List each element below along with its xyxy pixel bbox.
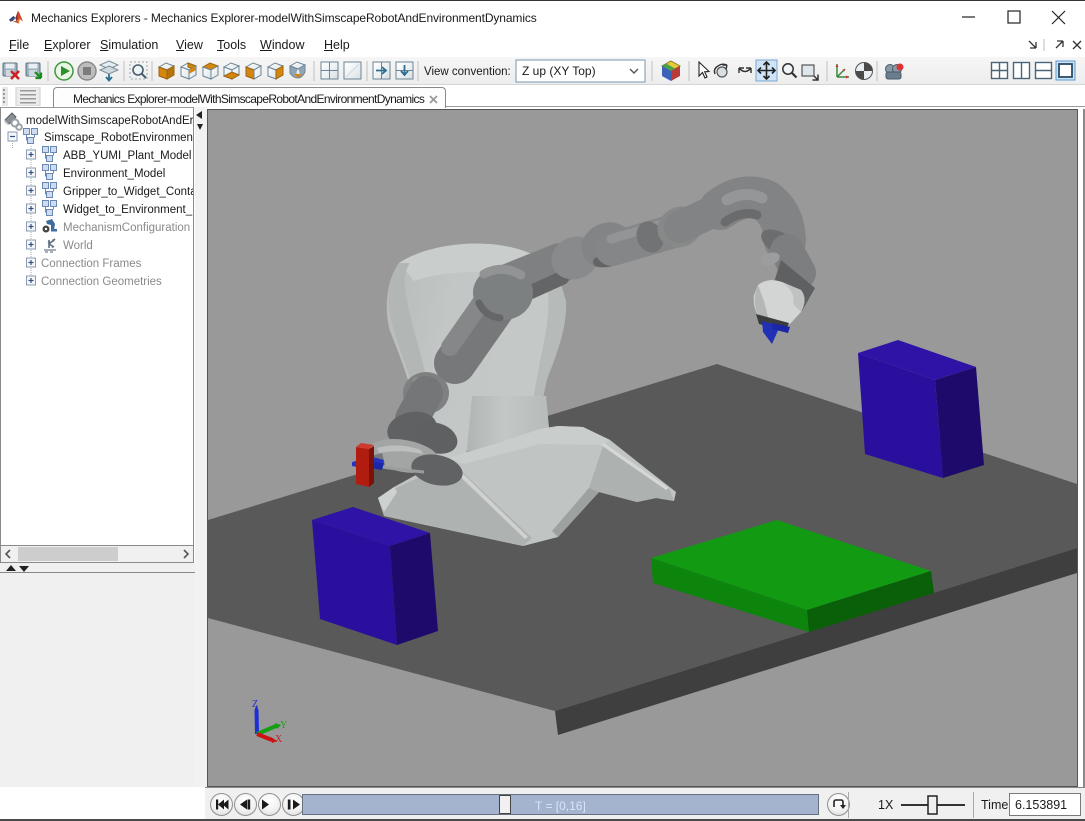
svg-text:Connection Frames: Connection Frames: [41, 258, 142, 270]
svg-text:Connection Geometries: Connection Geometries: [41, 276, 162, 288]
svg-text:Gripper_to_Widget_Conta: Gripper_to_Widget_Conta: [63, 186, 193, 198]
svg-text:Y: Y: [280, 720, 287, 731]
svg-text:modelWithSimscapeRobotAndEr: modelWithSimscapeRobotAndEr: [26, 115, 193, 127]
svg-text:X: X: [275, 734, 283, 745]
svg-text:World: World: [63, 240, 93, 252]
svg-text:View convention:: View convention:: [424, 66, 511, 78]
svg-text:Z: Z: [252, 699, 258, 710]
svg-text:Widget_to_Environment_: Widget_to_Environment_: [63, 204, 193, 216]
svg-text:Environment_Model: Environment_Model: [63, 168, 165, 180]
svg-text:MechanismConfiguration: MechanismConfiguration: [63, 222, 190, 234]
svg-text:ABB_YUMI_Plant_Model: ABB_YUMI_Plant_Model: [63, 150, 191, 162]
svg-text:Z up (XY Top): Z up (XY Top): [522, 64, 596, 78]
svg-text:Simscape_RobotEnvironmen: Simscape_RobotEnvironmen: [44, 132, 193, 144]
